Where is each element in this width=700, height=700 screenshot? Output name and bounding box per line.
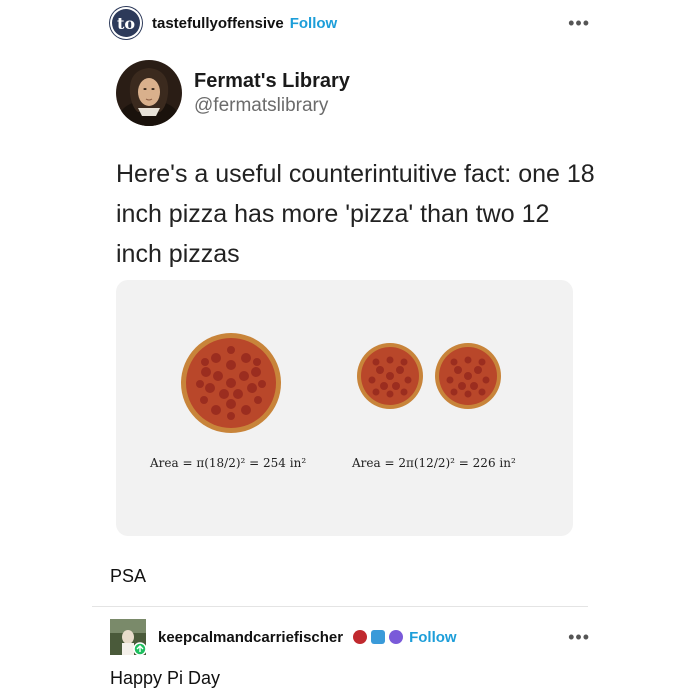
pizza-figure[interactable]: Area = π(18/2)² = 254 in² Area = 2π(12/2…	[116, 280, 573, 536]
reblog-username[interactable]: keepcalmandcarriefischer	[158, 629, 343, 646]
author-handle[interactable]: @fermatslibrary	[194, 95, 350, 117]
more-icon[interactable]: •••	[568, 13, 590, 34]
pizza-12-inch-image	[357, 343, 423, 409]
follow-button[interactable]: Follow	[290, 15, 338, 32]
blog-avatar[interactable]: to	[110, 7, 142, 39]
reblog-header: keepcalmandcarriefischer Follow •••	[110, 618, 590, 656]
post-caption: PSA	[110, 566, 147, 586]
blog-username[interactable]: tastefullyoffensive	[152, 15, 284, 32]
more-icon[interactable]: •••	[568, 627, 590, 648]
tweet-author: Fermat's Library @fermatslibrary	[116, 60, 350, 126]
formula-two-12-inch: Area = 2π(12/2)² = 226 in²	[352, 456, 516, 470]
reblog-text: Happy Pi Day	[110, 668, 221, 688]
badge-icon	[371, 630, 386, 644]
badge-icon	[353, 630, 368, 644]
follow-button[interactable]: Follow	[409, 629, 457, 646]
author-name[interactable]: Fermat's Library	[194, 70, 350, 93]
author-portrait	[116, 60, 182, 126]
formula-18-inch: Area = π(18/2)² = 254 in²	[150, 456, 307, 470]
pizza-12-inch-image	[435, 343, 501, 409]
tweet-text: Here's a useful counterintuitive fact: o…	[116, 160, 595, 268]
badge-icon	[389, 630, 404, 644]
pizza-18-inch-image	[181, 333, 281, 433]
post-header: to tastefullyoffensive Follow •••	[110, 6, 590, 40]
divider	[92, 606, 588, 607]
reblog-avatar[interactable]	[110, 619, 147, 656]
